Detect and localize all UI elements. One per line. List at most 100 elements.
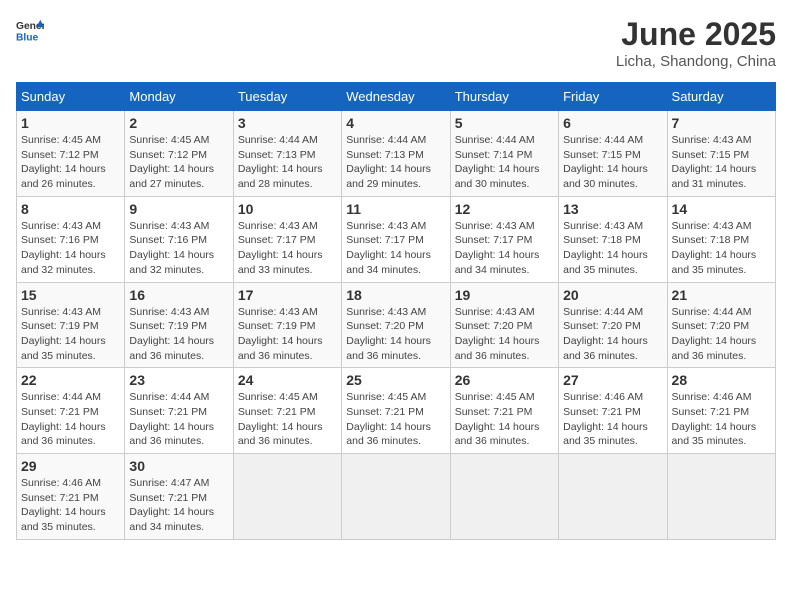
day-number: 24 bbox=[238, 372, 337, 388]
day-info: Sunrise: 4:44 AM Sunset: 7:20 PM Dayligh… bbox=[672, 305, 771, 364]
day-info: Sunrise: 4:43 AM Sunset: 7:19 PM Dayligh… bbox=[238, 305, 337, 364]
day-info: Sunrise: 4:45 AM Sunset: 7:21 PM Dayligh… bbox=[455, 390, 554, 449]
table-row: 15 Sunrise: 4:43 AM Sunset: 7:19 PM Dayl… bbox=[17, 282, 125, 368]
day-info: Sunrise: 4:43 AM Sunset: 7:17 PM Dayligh… bbox=[455, 219, 554, 278]
day-number: 10 bbox=[238, 201, 337, 217]
table-row: 2 Sunrise: 4:45 AM Sunset: 7:12 PM Dayli… bbox=[125, 111, 233, 197]
day-info: Sunrise: 4:43 AM Sunset: 7:19 PM Dayligh… bbox=[129, 305, 228, 364]
header-sunday: Sunday bbox=[17, 83, 125, 111]
calendar-week-row: 8 Sunrise: 4:43 AM Sunset: 7:16 PM Dayli… bbox=[17, 196, 776, 282]
table-row: 8 Sunrise: 4:43 AM Sunset: 7:16 PM Dayli… bbox=[17, 196, 125, 282]
day-info: Sunrise: 4:46 AM Sunset: 7:21 PM Dayligh… bbox=[563, 390, 662, 449]
table-row: 17 Sunrise: 4:43 AM Sunset: 7:19 PM Dayl… bbox=[233, 282, 341, 368]
table-row: 24 Sunrise: 4:45 AM Sunset: 7:21 PM Dayl… bbox=[233, 368, 341, 454]
calendar-header-row: Sunday Monday Tuesday Wednesday Thursday… bbox=[17, 83, 776, 111]
table-row: 6 Sunrise: 4:44 AM Sunset: 7:15 PM Dayli… bbox=[559, 111, 667, 197]
day-number: 9 bbox=[129, 201, 228, 217]
table-row bbox=[342, 454, 450, 540]
table-row: 25 Sunrise: 4:45 AM Sunset: 7:21 PM Dayl… bbox=[342, 368, 450, 454]
day-info: Sunrise: 4:43 AM Sunset: 7:18 PM Dayligh… bbox=[563, 219, 662, 278]
day-number: 16 bbox=[129, 287, 228, 303]
header-saturday: Saturday bbox=[667, 83, 775, 111]
header-thursday: Thursday bbox=[450, 83, 558, 111]
calendar-week-row: 15 Sunrise: 4:43 AM Sunset: 7:19 PM Dayl… bbox=[17, 282, 776, 368]
day-info: Sunrise: 4:46 AM Sunset: 7:21 PM Dayligh… bbox=[21, 476, 120, 535]
day-info: Sunrise: 4:43 AM Sunset: 7:18 PM Dayligh… bbox=[672, 219, 771, 278]
day-number: 14 bbox=[672, 201, 771, 217]
day-info: Sunrise: 4:45 AM Sunset: 7:12 PM Dayligh… bbox=[21, 133, 120, 192]
day-info: Sunrise: 4:43 AM Sunset: 7:16 PM Dayligh… bbox=[129, 219, 228, 278]
header-tuesday: Tuesday bbox=[233, 83, 341, 111]
table-row bbox=[450, 454, 558, 540]
day-info: Sunrise: 4:44 AM Sunset: 7:14 PM Dayligh… bbox=[455, 133, 554, 192]
day-number: 20 bbox=[563, 287, 662, 303]
day-number: 8 bbox=[21, 201, 120, 217]
day-info: Sunrise: 4:47 AM Sunset: 7:21 PM Dayligh… bbox=[129, 476, 228, 535]
header-friday: Friday bbox=[559, 83, 667, 111]
header-wednesday: Wednesday bbox=[342, 83, 450, 111]
table-row: 19 Sunrise: 4:43 AM Sunset: 7:20 PM Dayl… bbox=[450, 282, 558, 368]
table-row: 13 Sunrise: 4:43 AM Sunset: 7:18 PM Dayl… bbox=[559, 196, 667, 282]
day-number: 25 bbox=[346, 372, 445, 388]
header-monday: Monday bbox=[125, 83, 233, 111]
calendar-body: 1 Sunrise: 4:45 AM Sunset: 7:12 PM Dayli… bbox=[17, 111, 776, 540]
table-row bbox=[667, 454, 775, 540]
calendar-table: Sunday Monday Tuesday Wednesday Thursday… bbox=[16, 82, 776, 540]
table-row: 26 Sunrise: 4:45 AM Sunset: 7:21 PM Dayl… bbox=[450, 368, 558, 454]
location-title: Licha, Shandong, China bbox=[616, 53, 776, 70]
table-row: 1 Sunrise: 4:45 AM Sunset: 7:12 PM Dayli… bbox=[17, 111, 125, 197]
day-number: 30 bbox=[129, 458, 228, 474]
table-row bbox=[559, 454, 667, 540]
day-number: 29 bbox=[21, 458, 120, 474]
table-row: 5 Sunrise: 4:44 AM Sunset: 7:14 PM Dayli… bbox=[450, 111, 558, 197]
day-number: 1 bbox=[21, 115, 120, 131]
table-row: 7 Sunrise: 4:43 AM Sunset: 7:15 PM Dayli… bbox=[667, 111, 775, 197]
table-row: 12 Sunrise: 4:43 AM Sunset: 7:17 PM Dayl… bbox=[450, 196, 558, 282]
day-number: 7 bbox=[672, 115, 771, 131]
title-area: June 2025 Licha, Shandong, China bbox=[616, 16, 776, 70]
day-info: Sunrise: 4:45 AM Sunset: 7:21 PM Dayligh… bbox=[238, 390, 337, 449]
logo-icon: General Blue bbox=[16, 16, 44, 44]
table-row: 16 Sunrise: 4:43 AM Sunset: 7:19 PM Dayl… bbox=[125, 282, 233, 368]
day-number: 17 bbox=[238, 287, 337, 303]
table-row: 18 Sunrise: 4:43 AM Sunset: 7:20 PM Dayl… bbox=[342, 282, 450, 368]
table-row: 21 Sunrise: 4:44 AM Sunset: 7:20 PM Dayl… bbox=[667, 282, 775, 368]
day-info: Sunrise: 4:44 AM Sunset: 7:21 PM Dayligh… bbox=[129, 390, 228, 449]
table-row: 22 Sunrise: 4:44 AM Sunset: 7:21 PM Dayl… bbox=[17, 368, 125, 454]
day-info: Sunrise: 4:44 AM Sunset: 7:13 PM Dayligh… bbox=[238, 133, 337, 192]
table-row: 14 Sunrise: 4:43 AM Sunset: 7:18 PM Dayl… bbox=[667, 196, 775, 282]
svg-text:Blue: Blue bbox=[16, 32, 39, 43]
month-title: June 2025 bbox=[616, 16, 776, 53]
calendar-week-row: 22 Sunrise: 4:44 AM Sunset: 7:21 PM Dayl… bbox=[17, 368, 776, 454]
calendar-week-row: 1 Sunrise: 4:45 AM Sunset: 7:12 PM Dayli… bbox=[17, 111, 776, 197]
day-number: 19 bbox=[455, 287, 554, 303]
table-row: 30 Sunrise: 4:47 AM Sunset: 7:21 PM Dayl… bbox=[125, 454, 233, 540]
day-info: Sunrise: 4:43 AM Sunset: 7:19 PM Dayligh… bbox=[21, 305, 120, 364]
day-info: Sunrise: 4:44 AM Sunset: 7:15 PM Dayligh… bbox=[563, 133, 662, 192]
day-number: 12 bbox=[455, 201, 554, 217]
table-row: 4 Sunrise: 4:44 AM Sunset: 7:13 PM Dayli… bbox=[342, 111, 450, 197]
day-number: 18 bbox=[346, 287, 445, 303]
day-number: 23 bbox=[129, 372, 228, 388]
day-number: 21 bbox=[672, 287, 771, 303]
table-row: 27 Sunrise: 4:46 AM Sunset: 7:21 PM Dayl… bbox=[559, 368, 667, 454]
day-info: Sunrise: 4:43 AM Sunset: 7:15 PM Dayligh… bbox=[672, 133, 771, 192]
day-number: 11 bbox=[346, 201, 445, 217]
table-row: 20 Sunrise: 4:44 AM Sunset: 7:20 PM Dayl… bbox=[559, 282, 667, 368]
calendar-week-row: 29 Sunrise: 4:46 AM Sunset: 7:21 PM Dayl… bbox=[17, 454, 776, 540]
day-info: Sunrise: 4:44 AM Sunset: 7:20 PM Dayligh… bbox=[563, 305, 662, 364]
table-row: 11 Sunrise: 4:43 AM Sunset: 7:17 PM Dayl… bbox=[342, 196, 450, 282]
day-number: 13 bbox=[563, 201, 662, 217]
table-row: 3 Sunrise: 4:44 AM Sunset: 7:13 PM Dayli… bbox=[233, 111, 341, 197]
table-row bbox=[233, 454, 341, 540]
table-row: 28 Sunrise: 4:46 AM Sunset: 7:21 PM Dayl… bbox=[667, 368, 775, 454]
day-number: 5 bbox=[455, 115, 554, 131]
day-number: 22 bbox=[21, 372, 120, 388]
table-row: 29 Sunrise: 4:46 AM Sunset: 7:21 PM Dayl… bbox=[17, 454, 125, 540]
day-number: 15 bbox=[21, 287, 120, 303]
day-info: Sunrise: 4:44 AM Sunset: 7:21 PM Dayligh… bbox=[21, 390, 120, 449]
day-number: 27 bbox=[563, 372, 662, 388]
day-number: 26 bbox=[455, 372, 554, 388]
day-info: Sunrise: 4:43 AM Sunset: 7:20 PM Dayligh… bbox=[346, 305, 445, 364]
table-row: 9 Sunrise: 4:43 AM Sunset: 7:16 PM Dayli… bbox=[125, 196, 233, 282]
